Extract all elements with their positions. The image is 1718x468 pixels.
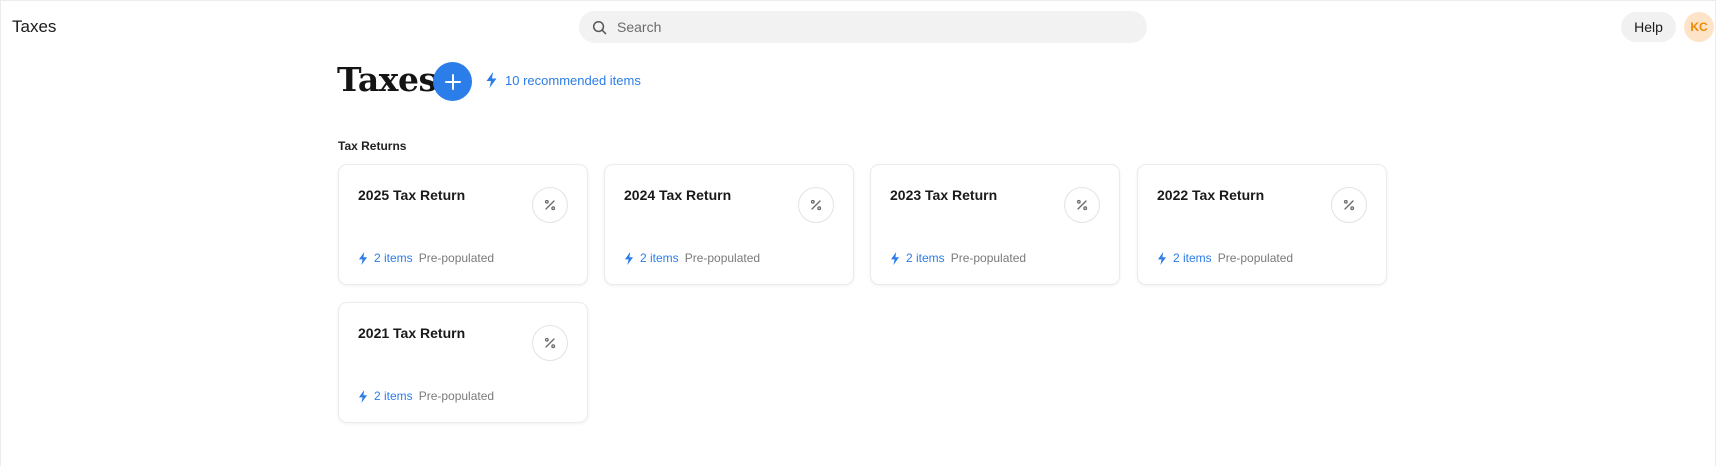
items-link[interactable]: 2 items [640,251,679,265]
percent-icon[interactable] [798,187,834,223]
section-title-tax-returns: Tax Returns [338,139,407,153]
recommended-items-label: 10 recommended items [505,72,641,88]
lightning-icon [486,72,497,88]
page-title: Taxes [337,60,437,99]
lightning-icon [358,251,368,265]
tax-return-card-2024[interactable]: 2024 Tax Return 2 items Pre-populated [604,164,854,285]
status-label: Pre-populated [1217,251,1294,265]
percent-icon[interactable] [532,325,568,361]
card-title: 2024 Tax Return [624,187,732,203]
app-title: Taxes [12,17,57,36]
search-icon [592,20,607,34]
app-frame [0,0,1716,466]
status-label: Pre-populated [950,251,1027,265]
recommended-items-link[interactable]: 10 recommended items [485,72,641,88]
card-title: 2023 Tax Return [890,187,998,203]
card-meta: 2 items Pre-populated [624,251,760,265]
top-bar: Taxes Help KC [0,0,1718,54]
items-link[interactable]: 2 items [906,251,945,265]
plus-icon [444,73,461,90]
search-input[interactable] [615,18,1119,36]
card-meta: 2 items Pre-populated [358,251,494,265]
card-title: 2022 Tax Return [1157,187,1265,203]
tax-return-card-2025[interactable]: 2025 Tax Return 2 items Pre-populated [338,164,588,285]
lightning-icon [358,389,368,403]
items-link[interactable]: 2 items [1173,251,1212,265]
tax-return-card-2023[interactable]: 2023 Tax Return 2 items Pre-populated [870,164,1120,285]
card-meta: 2 items Pre-populated [1157,251,1293,265]
status-label: Pre-populated [418,251,495,265]
lightning-icon [624,251,634,265]
tax-return-card-2022[interactable]: 2022 Tax Return 2 items Pre-populated [1137,164,1387,285]
tax-return-card-2021[interactable]: 2021 Tax Return 2 items Pre-populated [338,302,588,423]
percent-icon[interactable] [1331,187,1367,223]
help-button[interactable]: Help [1621,12,1676,42]
search-bar[interactable] [579,11,1147,43]
items-link[interactable]: 2 items [374,251,413,265]
card-title: 2025 Tax Return [358,187,466,203]
percent-icon[interactable] [532,187,568,223]
card-meta: 2 items Pre-populated [890,251,1026,265]
percent-icon[interactable] [1064,187,1100,223]
add-button[interactable] [433,62,472,101]
lightning-icon [890,251,900,265]
items-link[interactable]: 2 items [374,389,413,403]
status-label: Pre-populated [418,389,495,403]
card-meta: 2 items Pre-populated [358,389,494,403]
avatar[interactable]: KC [1684,12,1714,42]
lightning-icon [1157,251,1167,265]
card-title: 2021 Tax Return [358,325,466,341]
status-label: Pre-populated [684,251,761,265]
